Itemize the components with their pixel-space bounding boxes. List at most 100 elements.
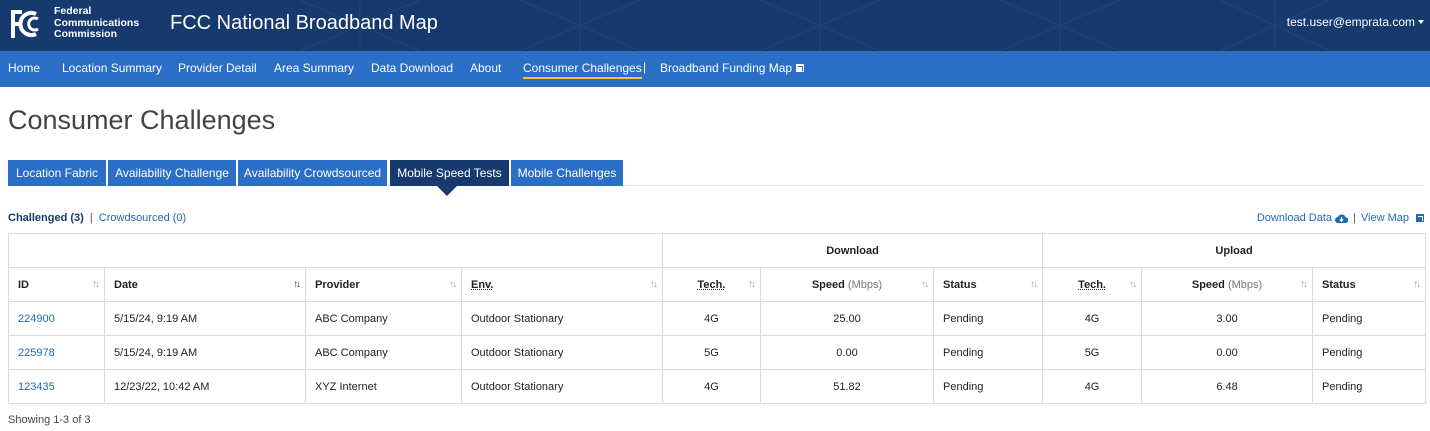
cell-download-speed: 25.00: [760, 301, 934, 336]
filter-links: Challenged (3) | Crowdsourced (0): [8, 212, 186, 224]
nav-provider-detail[interactable]: Provider Detail: [178, 61, 257, 75]
col-label-download-speed[interactable]: Speed: [812, 279, 845, 291]
nav-consumer-challenges[interactable]: Consumer Challenges: [523, 61, 642, 79]
app-title[interactable]: FCC National Broadband Map: [170, 12, 438, 35]
tab-mobile-speed-tests[interactable]: Mobile Speed Tests: [390, 160, 509, 186]
nav-data-download[interactable]: Data Download: [371, 61, 453, 75]
user-email[interactable]: test.user@emprata.com: [1287, 15, 1415, 29]
col-header-date[interactable]: Date ↑↓: [104, 267, 306, 302]
cell-upload-tech: 5G: [1042, 335, 1143, 370]
filter-challenged[interactable]: Challenged (3): [8, 212, 84, 224]
sort-icon[interactable]: ↑↓: [92, 279, 100, 290]
cell-provider: ABC Company: [305, 301, 462, 336]
cell-date: 5/15/24, 9:19 AM: [104, 335, 306, 370]
col-header-env[interactable]: Env. ↑↓: [461, 267, 663, 302]
col-label-date[interactable]: Date: [114, 279, 138, 291]
col-label-id[interactable]: ID: [18, 279, 29, 291]
nav-broadband-funding-map-label[interactable]: Broadband Funding Map: [660, 61, 792, 75]
group-header-download: Download: [661, 233, 1044, 268]
cell-upload-speed: 0.00: [1141, 335, 1314, 370]
sort-icon[interactable]: ↑↓: [449, 279, 457, 290]
cell-download-status: Pending: [932, 301, 1044, 336]
group-header-upload: Upload: [1042, 233, 1427, 268]
test-id-link[interactable]: 123435: [18, 381, 55, 393]
actions-separator: |: [1353, 212, 1356, 224]
group-header-blank: [8, 233, 663, 268]
col-header-download-status[interactable]: Status ↑↓: [932, 267, 1044, 302]
sort-icon[interactable]: ↑↓: [921, 279, 929, 290]
external-link-icon: [1416, 214, 1424, 222]
col-label-download-tech[interactable]: Tech.: [698, 279, 726, 291]
sort-icon[interactable]: ↑↓: [1129, 279, 1137, 290]
cell-download-status: Pending: [932, 335, 1044, 370]
col-header-upload-speed[interactable]: Speed (Mbps) ↑↓: [1141, 267, 1314, 302]
col-label-upload-speed[interactable]: Speed: [1192, 279, 1225, 291]
view-map-link[interactable]: View Map: [1361, 212, 1424, 224]
cell-download-tech: 5G: [662, 335, 761, 370]
test-id-link[interactable]: 224900: [18, 313, 55, 325]
col-label-env[interactable]: Env.: [471, 279, 493, 291]
col-header-download-tech[interactable]: Tech. ↑↓: [662, 267, 761, 302]
nav-area-summary[interactable]: Area Summary: [274, 61, 354, 75]
agency-name: Federal Communications Commission: [54, 5, 139, 41]
cell-id[interactable]: 225978: [8, 335, 105, 370]
tab-mobile-challenges[interactable]: Mobile Challenges: [511, 160, 623, 186]
agency-line-1: Federal: [54, 5, 92, 17]
pagination-summary: Showing 1-3 of 3: [8, 414, 91, 426]
filter-separator: |: [89, 212, 93, 224]
cell-env: Outdoor Stationary: [461, 301, 663, 336]
filter-crowdsourced[interactable]: Crowdsourced (0): [99, 212, 186, 224]
download-data-label[interactable]: Download Data: [1257, 212, 1332, 224]
agency-line-3: Commission: [54, 28, 118, 40]
sort-icon[interactable]: ↑↓: [748, 279, 756, 290]
cell-provider: XYZ Internet: [305, 369, 462, 404]
view-map-label[interactable]: View Map: [1361, 212, 1409, 224]
active-tab-pointer: [437, 186, 457, 196]
nav-separator: |: [643, 60, 647, 74]
sort-icon[interactable]: ↑↓: [1413, 279, 1421, 290]
cell-env: Outdoor Stationary: [461, 335, 663, 370]
user-menu[interactable]: test.user@emprata.com: [1287, 15, 1424, 29]
col-label-upload-status[interactable]: Status: [1322, 279, 1356, 291]
table-group-header-row: Download Upload: [8, 233, 1427, 268]
cell-date: 12/23/22, 10:42 AM: [104, 369, 306, 404]
cell-download-tech: 4G: [662, 301, 761, 336]
sort-icon[interactable]: ↑↓: [1030, 279, 1038, 290]
col-label-provider[interactable]: Provider: [315, 279, 360, 291]
cell-upload-tech: 4G: [1042, 369, 1143, 404]
cell-id[interactable]: 123435: [8, 369, 105, 404]
sort-icon[interactable]: ↑↓: [650, 279, 658, 290]
test-id-link[interactable]: 225978: [18, 347, 55, 359]
cell-download-speed: 51.82: [760, 369, 934, 404]
col-unit-download-speed: (Mbps): [847, 278, 883, 291]
col-label-download-status[interactable]: Status: [943, 279, 977, 291]
download-data-link[interactable]: Download Data: [1257, 212, 1349, 224]
col-header-download-speed[interactable]: Speed (Mbps) ↑↓: [760, 267, 934, 302]
col-header-provider[interactable]: Provider ↑↓: [305, 267, 462, 302]
cell-download-tech: 4G: [662, 369, 761, 404]
nav-location-summary[interactable]: Location Summary: [62, 61, 162, 75]
tab-location-fabric[interactable]: Location Fabric: [8, 160, 106, 186]
cell-download-speed: 0.00: [760, 335, 934, 370]
col-header-id[interactable]: ID ↑↓: [8, 267, 105, 302]
tab-availability-crowdsourced[interactable]: Availability Crowdsourced: [238, 160, 387, 186]
sort-icon[interactable]: ↑↓: [293, 279, 301, 290]
fcc-logo-icon[interactable]: [8, 8, 44, 40]
col-label-upload-tech[interactable]: Tech.: [1078, 279, 1106, 291]
cell-upload-status: Pending: [1312, 369, 1427, 404]
nav-home[interactable]: Home: [8, 61, 40, 75]
table-column-header-row: ID ↑↓ Date ↑↓ Provider ↑↓ Env. ↑↓ Tech. ↑↓ Sp…: [8, 267, 1427, 302]
cell-id[interactable]: 224900: [8, 301, 105, 336]
tab-availability-challenge[interactable]: Availability Challenge: [108, 160, 236, 186]
speed-tests-table: Download Upload ID ↑↓ Date ↑↓ Provider ↑↓ E…: [8, 233, 1427, 404]
col-header-upload-status[interactable]: Status ↑↓: [1312, 267, 1427, 302]
sort-icon[interactable]: ↑↓: [1300, 279, 1308, 290]
table-row: 224900 5/15/24, 9:19 AM ABC Company Outd…: [8, 301, 1427, 336]
table-actions: Download Data | View Map: [1257, 212, 1424, 224]
nav-about[interactable]: About: [470, 61, 501, 75]
external-link-icon: [796, 64, 805, 72]
nav-broadband-funding-map[interactable]: Broadband Funding Map: [660, 61, 805, 75]
main-nav: Home Location Summary Provider Detail Ar…: [0, 51, 1430, 87]
col-header-upload-tech[interactable]: Tech. ↑↓: [1042, 267, 1143, 302]
chevron-down-icon[interactable]: [1418, 20, 1424, 24]
